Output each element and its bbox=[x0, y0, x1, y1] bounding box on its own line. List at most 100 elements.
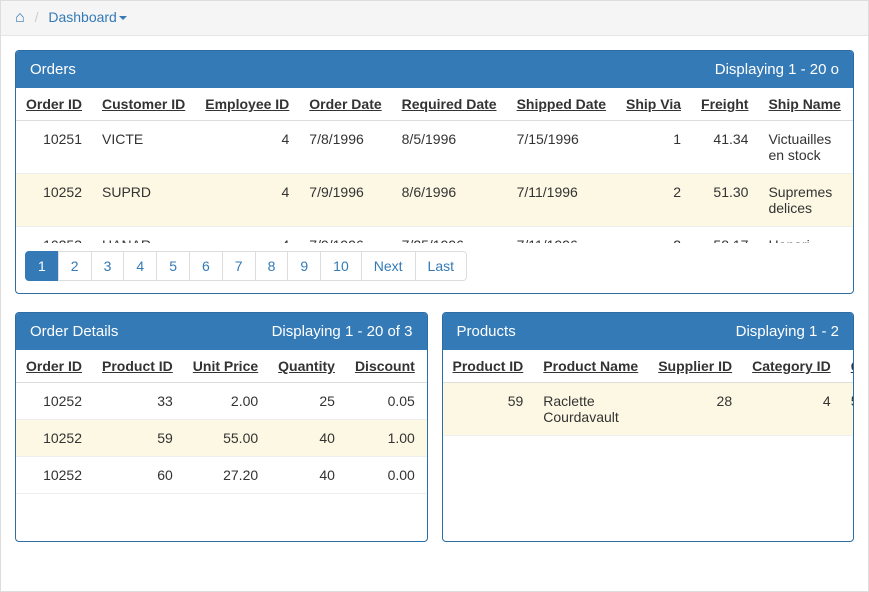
cell-product-id: 59 bbox=[443, 383, 534, 436]
cell-freight: 58.17 bbox=[691, 227, 758, 244]
table-row[interactable]: 10252SUPRD47/9/19968/6/19967/11/1996251.… bbox=[16, 174, 853, 227]
cell-unit-price: 2.00 bbox=[183, 383, 268, 420]
cell-order-date: 7/8/1996 bbox=[299, 121, 391, 174]
home-icon: ⌂ bbox=[15, 9, 25, 26]
cell-ship-name: Supremes delices bbox=[758, 174, 850, 227]
col-od-unit-price[interactable]: Unit Price bbox=[183, 350, 268, 383]
order-details-header: Order Details Displaying 1 - 20 of 3 bbox=[16, 313, 427, 350]
cell-order-id: 10252 bbox=[16, 420, 92, 457]
order-details-status: Displaying 1 - 20 of 3 bbox=[272, 323, 413, 340]
products-panel: Products Displaying 1 - 2 Product ID Pro… bbox=[442, 312, 855, 542]
home-link[interactable]: ⌂ bbox=[15, 9, 25, 25]
cell-employee-id: 4 bbox=[195, 227, 299, 244]
table-row[interactable]: 102526027.20400.004 bbox=[16, 457, 427, 494]
cell-ship-address: Boulevard Tirou, 255 bbox=[851, 174, 853, 227]
cell-category-id: 4 bbox=[742, 383, 841, 436]
cell-customer-id: HANAR bbox=[92, 227, 195, 244]
orders-panel: Orders Displaying 1 - 20 o Order ID Cust… bbox=[15, 50, 854, 294]
cell-quantity: 25 bbox=[268, 383, 345, 420]
orders-table-scroll[interactable]: Order ID Customer ID Employee ID Order D… bbox=[16, 88, 853, 243]
page-1[interactable]: 1 bbox=[25, 251, 59, 281]
col-p-supplier-id[interactable]: Supplier ID bbox=[648, 350, 742, 383]
table-row[interactable]: 10251VICTE47/8/19968/5/19967/15/1996141.… bbox=[16, 121, 853, 174]
col-employee-id[interactable]: Employee ID bbox=[195, 88, 299, 121]
products-table-scroll[interactable]: Product ID Product Name Supplier ID Cate… bbox=[443, 350, 854, 541]
col-p-product-name[interactable]: Product Name bbox=[533, 350, 648, 383]
page-next[interactable]: Next bbox=[361, 251, 416, 281]
orders-status: Displaying 1 - 20 o bbox=[715, 61, 839, 78]
orders-table: Order ID Customer ID Employee ID Order D… bbox=[16, 88, 853, 243]
cell-order-id: 10252 bbox=[16, 383, 92, 420]
products-header: Products Displaying 1 - 2 bbox=[443, 313, 854, 350]
breadcrumb-separator: / bbox=[35, 9, 39, 25]
page-3[interactable]: 3 bbox=[91, 251, 125, 281]
page-8[interactable]: 8 bbox=[255, 251, 289, 281]
cell-employee-id: 4 bbox=[195, 174, 299, 227]
col-od-order-id[interactable]: Order ID bbox=[16, 350, 92, 383]
page-7[interactable]: 7 bbox=[222, 251, 256, 281]
cell-freight: 41.34 bbox=[691, 121, 758, 174]
page-2[interactable]: 2 bbox=[58, 251, 92, 281]
order-details-panel: Order Details Displaying 1 - 20 of 3 Ord… bbox=[15, 312, 428, 542]
col-shipped-date[interactable]: Shipped Date bbox=[507, 88, 616, 121]
col-customer-id[interactable]: Customer ID bbox=[92, 88, 195, 121]
table-row[interactable]: 59Raclette Courdavault2845 kg p bbox=[443, 383, 854, 436]
col-required-date[interactable]: Required Date bbox=[392, 88, 507, 121]
cell-shipped-date: 7/15/1996 bbox=[507, 121, 616, 174]
cell-discount: 0.00 bbox=[345, 457, 425, 494]
col-od-category-id[interactable]: Category ID bbox=[425, 350, 427, 383]
cell-category-id: 4 bbox=[425, 457, 427, 494]
table-row[interactable]: 102525955.00401.004 bbox=[16, 420, 427, 457]
orders-header: Orders Displaying 1 - 20 o bbox=[16, 51, 853, 88]
cell-shipped-date: 7/11/1996 bbox=[507, 174, 616, 227]
cell-ship-name: Victuailles en stock bbox=[758, 121, 850, 174]
page-10[interactable]: 10 bbox=[320, 251, 362, 281]
cell-quantity: 40 bbox=[268, 420, 345, 457]
col-od-discount[interactable]: Discount bbox=[345, 350, 425, 383]
products-table: Product ID Product Name Supplier ID Cate… bbox=[443, 350, 854, 436]
col-freight[interactable]: Freight bbox=[691, 88, 758, 121]
cell-ship-via: 2 bbox=[616, 227, 691, 244]
table-row[interactable]: 10252332.00250.054 bbox=[16, 383, 427, 420]
cell-category-id: 4 bbox=[425, 420, 427, 457]
col-ship-address[interactable]: Ship Address bbox=[851, 88, 853, 121]
cell-product-id: 60 bbox=[92, 457, 183, 494]
page-4[interactable]: 4 bbox=[123, 251, 157, 281]
breadcrumb: ⌂ / Dashboard bbox=[1, 1, 868, 36]
col-p-product-id[interactable]: Product ID bbox=[443, 350, 534, 383]
cell-customer-id: VICTE bbox=[92, 121, 195, 174]
cell-order-date: 7/9/1996 bbox=[299, 227, 391, 244]
page-last[interactable]: Last bbox=[415, 251, 467, 281]
page-9[interactable]: 9 bbox=[287, 251, 321, 281]
col-ship-via[interactable]: Ship Via bbox=[616, 88, 691, 121]
cell-category-id: 4 bbox=[425, 383, 427, 420]
col-ship-name[interactable]: Ship Name bbox=[758, 88, 850, 121]
col-order-date[interactable]: Order Date bbox=[299, 88, 391, 121]
order-details-title: Order Details bbox=[30, 323, 118, 340]
cell-unit-price: 27.20 bbox=[183, 457, 268, 494]
page-5[interactable]: 5 bbox=[156, 251, 190, 281]
table-row[interactable]: 10253HANAR47/9/19967/25/19967/11/1996258… bbox=[16, 227, 853, 244]
cell-customer-id: SUPRD bbox=[92, 174, 195, 227]
dashboard-dropdown[interactable]: Dashboard bbox=[48, 9, 127, 25]
col-p-quan[interactable]: Quan bbox=[841, 350, 853, 383]
col-order-id[interactable]: Order ID bbox=[16, 88, 92, 121]
cell-employee-id: 4 bbox=[195, 121, 299, 174]
col-od-quantity[interactable]: Quantity bbox=[268, 350, 345, 383]
cell-discount: 1.00 bbox=[345, 420, 425, 457]
order-details-table-scroll[interactable]: Order ID Product ID Unit Price Quantity … bbox=[16, 350, 427, 541]
products-status: Displaying 1 - 2 bbox=[736, 323, 839, 340]
col-p-category-id[interactable]: Category ID bbox=[742, 350, 841, 383]
cell-shipped-date: 7/11/1996 bbox=[507, 227, 616, 244]
cell-required-date: 7/25/1996 bbox=[392, 227, 507, 244]
products-title: Products bbox=[457, 323, 516, 340]
caret-down-icon bbox=[119, 16, 127, 20]
cell-unit-price: 55.00 bbox=[183, 420, 268, 457]
order-details-table: Order ID Product ID Unit Price Quantity … bbox=[16, 350, 427, 494]
cell-order-id: 10252 bbox=[16, 457, 92, 494]
page-6[interactable]: 6 bbox=[189, 251, 223, 281]
cell-ship-address: Rua do Paco, bbox=[851, 227, 853, 244]
col-od-product-id[interactable]: Product ID bbox=[92, 350, 183, 383]
cell-product-id: 33 bbox=[92, 383, 183, 420]
cell-ship-via: 1 bbox=[616, 121, 691, 174]
